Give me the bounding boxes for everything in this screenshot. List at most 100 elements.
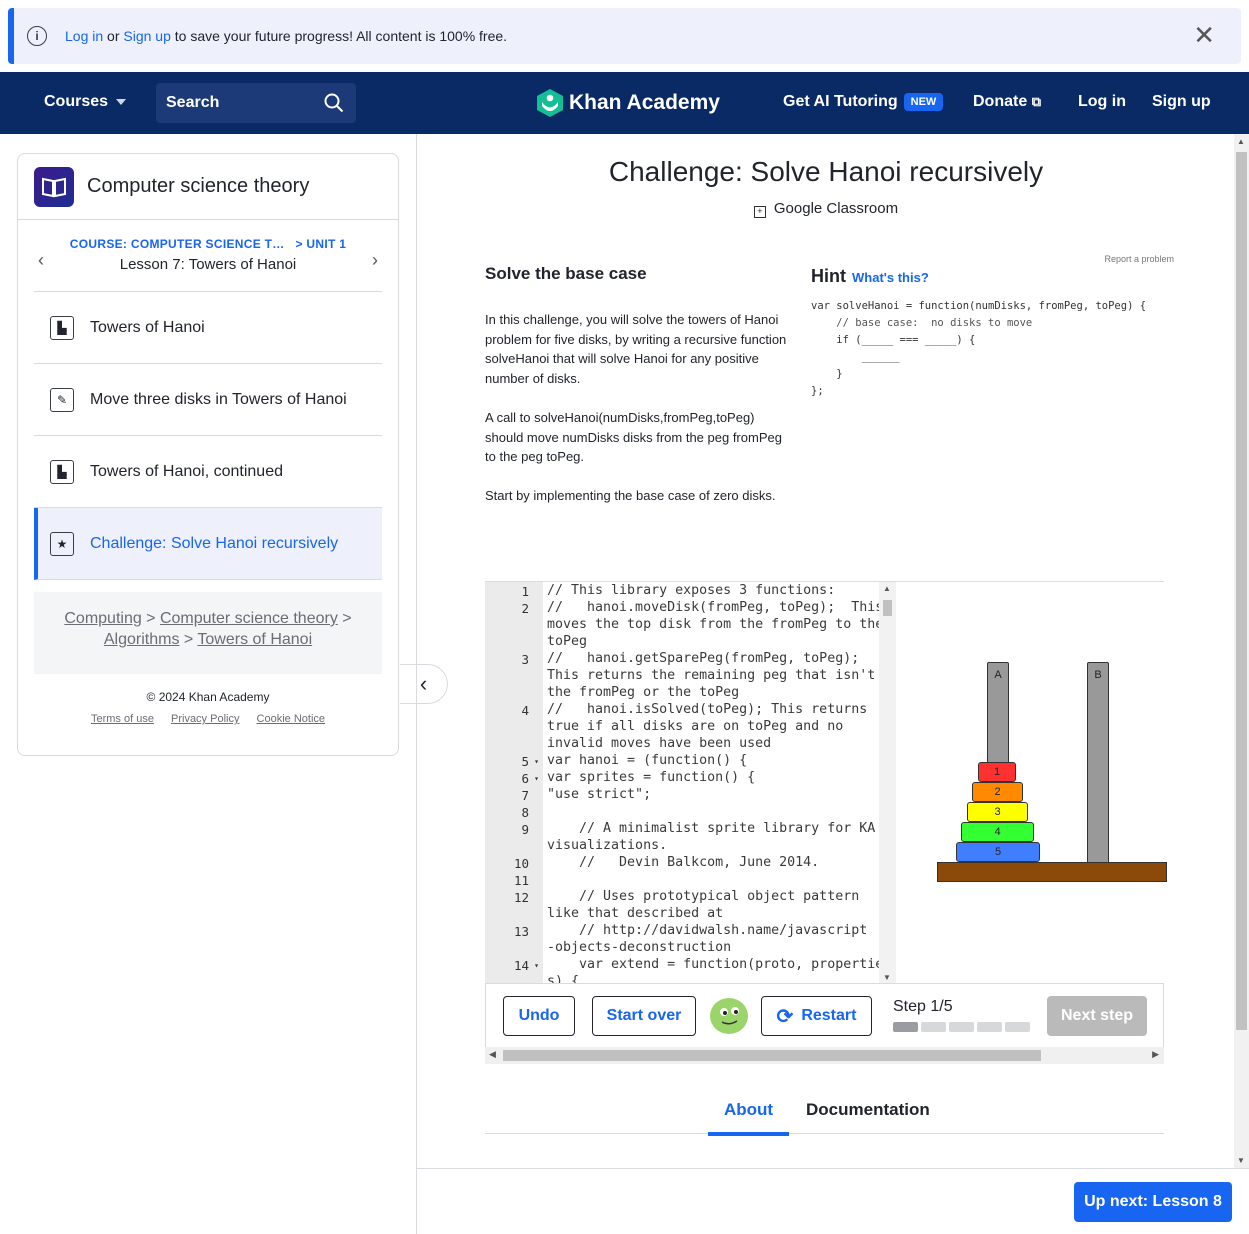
close-icon[interactable]: ✕ — [1193, 22, 1215, 48]
scrollbar-thumb[interactable] — [503, 1050, 1041, 1061]
top-nav: Courses Search Khan Academy Get AI Tutor… — [0, 72, 1249, 134]
scroll-down-icon[interactable]: ▼ — [883, 973, 891, 982]
code-line: var hanoi = (function() { — [547, 753, 748, 768]
line-number: 8 — [521, 805, 529, 820]
signup-banner: i Log in or Sign up to save your future … — [8, 8, 1241, 64]
code-line: var sprites = function() { — [547, 770, 756, 785]
line-number: 12 — [513, 890, 529, 905]
unit-crumb-link[interactable]: > UNIT 1 — [295, 237, 346, 251]
breadcrumb-cs-theory[interactable]: Computer science theory — [160, 610, 338, 627]
whats-this-link[interactable]: What's this? — [852, 270, 929, 285]
fold-icon[interactable]: ▾ — [534, 961, 539, 970]
search-icon — [324, 93, 344, 113]
scroll-left-icon[interactable]: ◀ — [489, 1049, 496, 1060]
course-title: Computer science theory — [87, 175, 310, 197]
course-header[interactable]: Computer science theory — [18, 154, 398, 220]
banner-signup-link[interactable]: Sign up — [123, 28, 170, 44]
scroll-up-icon[interactable]: ▲ — [1237, 137, 1245, 146]
breadcrumb-towers[interactable]: Towers of Hanoi — [197, 631, 312, 648]
up-next-button[interactable]: Up next: Lesson 8 — [1074, 1182, 1232, 1222]
brand-name: Khan Academy — [569, 91, 720, 114]
code-line: like that described at — [547, 906, 724, 921]
line-number: 4 — [521, 703, 529, 718]
banner-login-link[interactable]: Log in — [65, 28, 103, 44]
undo-button[interactable]: Undo — [503, 996, 575, 1036]
code-line: toPeg — [547, 634, 588, 649]
restart-icon: ⟳ — [776, 1005, 794, 1028]
tab-about[interactable]: About — [708, 1100, 789, 1136]
login-link[interactable]: Log in — [1078, 93, 1126, 111]
article-icon: ▙ — [50, 459, 74, 484]
line-number: 2 — [521, 601, 529, 616]
next-step-button[interactable]: Next step — [1047, 996, 1147, 1036]
main-content: Challenge: Solve Hanoi recursively + Goog… — [416, 134, 1234, 1168]
code-line: // hanoi.getSparePeg(fromPeg, toPeg); — [547, 651, 860, 666]
info-tabs: About Documentation — [485, 1094, 1164, 1136]
star-icon: ★ — [50, 531, 74, 556]
scrollbar-thumb[interactable] — [883, 600, 892, 616]
chevron-right-icon[interactable]: › — [372, 250, 378, 271]
hint-code-line: } — [811, 368, 843, 380]
ai-tutoring-label: Get AI Tutoring — [783, 93, 898, 110]
hint-label: Hint — [811, 266, 846, 286]
code-editor[interactable]: 1 2 3 4 5 ▾ 6 ▾ 7 8 9 10 11 12 13 14 ▾ // T… — [485, 581, 898, 983]
course-unit-crumb: COURSE: COMPUTER SCIENCE T… > UNIT 1 — [34, 237, 382, 251]
khan-academy-logo[interactable]: Khan Academy — [537, 89, 720, 117]
courses-menu[interactable]: Courses — [44, 93, 127, 111]
report-problem-link[interactable]: Report a problem — [1104, 254, 1174, 264]
google-classroom-icon: + — [753, 206, 766, 218]
lesson-item-challenge[interactable]: ★ Challenge: Solve Hanoi recursively — [34, 508, 382, 580]
hint-code-line: if (_____ === _____) { — [811, 334, 976, 346]
ai-tutoring-link[interactable]: Get AI Tutoring NEW — [783, 93, 944, 111]
hint-code-line: // base case: no disks to move — [811, 317, 1033, 329]
avatar — [710, 998, 748, 1034]
lesson-navigator: ‹ COURSE: COMPUTER SCIENCE T… > UNIT 1 L… — [34, 220, 382, 292]
line-number: 11 — [513, 873, 529, 888]
scroll-up-icon[interactable]: ▲ — [883, 584, 891, 593]
privacy-link[interactable]: Privacy Policy — [171, 713, 239, 725]
banner-rest: to save your future progress! All conten… — [170, 28, 508, 44]
lesson-item-towers-continued[interactable]: ▙ Towers of Hanoi, continued — [34, 436, 382, 508]
bottom-bar: Up next: Lesson 8 — [416, 1168, 1249, 1234]
terms-link[interactable]: Terms of use — [91, 713, 154, 725]
tab-documentation[interactable]: Documentation — [806, 1100, 930, 1132]
google-classroom-button[interactable]: + Google Classroom — [417, 200, 1235, 218]
scroll-down-icon[interactable]: ▼ — [1237, 1156, 1245, 1165]
donate-link[interactable]: Donate ⧉ — [973, 93, 1041, 111]
scroll-right-icon[interactable]: ▶ — [1152, 1049, 1159, 1060]
code-line: moves the top disk from the fromPeg to t… — [547, 617, 884, 632]
copyright: © 2024 Khan Academy — [146, 690, 270, 704]
breadcrumb-computing[interactable]: Computing — [64, 610, 141, 627]
page-scrollbar[interactable]: ▲ ▼ — [1234, 134, 1249, 1168]
search-input[interactable]: Search — [156, 83, 356, 123]
hint-heading: Hint What's this? — [811, 266, 929, 287]
line-number-text: 14 — [513, 958, 529, 973]
fold-icon[interactable]: ▾ — [534, 774, 539, 783]
signup-link[interactable]: Sign up — [1152, 93, 1211, 111]
disk-4: 4 — [961, 822, 1034, 842]
lesson-item-move-three-disks[interactable]: ✎ Move three disks in Towers of Hanoi — [34, 364, 382, 436]
breadcrumb: Computing > Computer science theory > Al… — [34, 592, 382, 674]
disk-2: 2 — [972, 782, 1023, 802]
lesson-item-towers-of-hanoi[interactable]: ▙ Towers of Hanoi — [34, 292, 382, 364]
cookie-link[interactable]: Cookie Notice — [257, 713, 325, 725]
description-paragraph: In this challenge, you will solve the to… — [485, 312, 787, 386]
restart-button[interactable]: ⟳ Restart — [761, 996, 872, 1036]
code-line: the fromPeg or the toPeg — [547, 685, 740, 700]
hint-code-line: ______ — [811, 351, 900, 363]
horizontal-scrollbar[interactable]: ◀ ▶ — [485, 1047, 1164, 1064]
course-crumb-link[interactable]: COURSE: COMPUTER SCIENCE T… — [70, 237, 285, 251]
lesson-item-label: Towers of Hanoi — [90, 318, 205, 336]
line-number-text: 6 — [521, 771, 529, 786]
line-number: 3 — [521, 652, 529, 667]
start-over-button[interactable]: Start over — [592, 996, 696, 1036]
hint-code-line: }; — [811, 385, 824, 397]
fold-icon[interactable]: ▾ — [534, 757, 539, 766]
book-icon — [34, 166, 74, 207]
scrollbar-thumb[interactable] — [1236, 152, 1247, 1030]
breadcrumb-algorithms[interactable]: Algorithms — [104, 631, 180, 648]
line-number: 5 ▾ — [485, 754, 539, 769]
editor-vertical-scrollbar[interactable]: ▲ ▼ — [879, 582, 896, 983]
line-number: 9 — [521, 822, 529, 837]
code-line: true if all disks are on toPeg and no — [547, 719, 844, 734]
